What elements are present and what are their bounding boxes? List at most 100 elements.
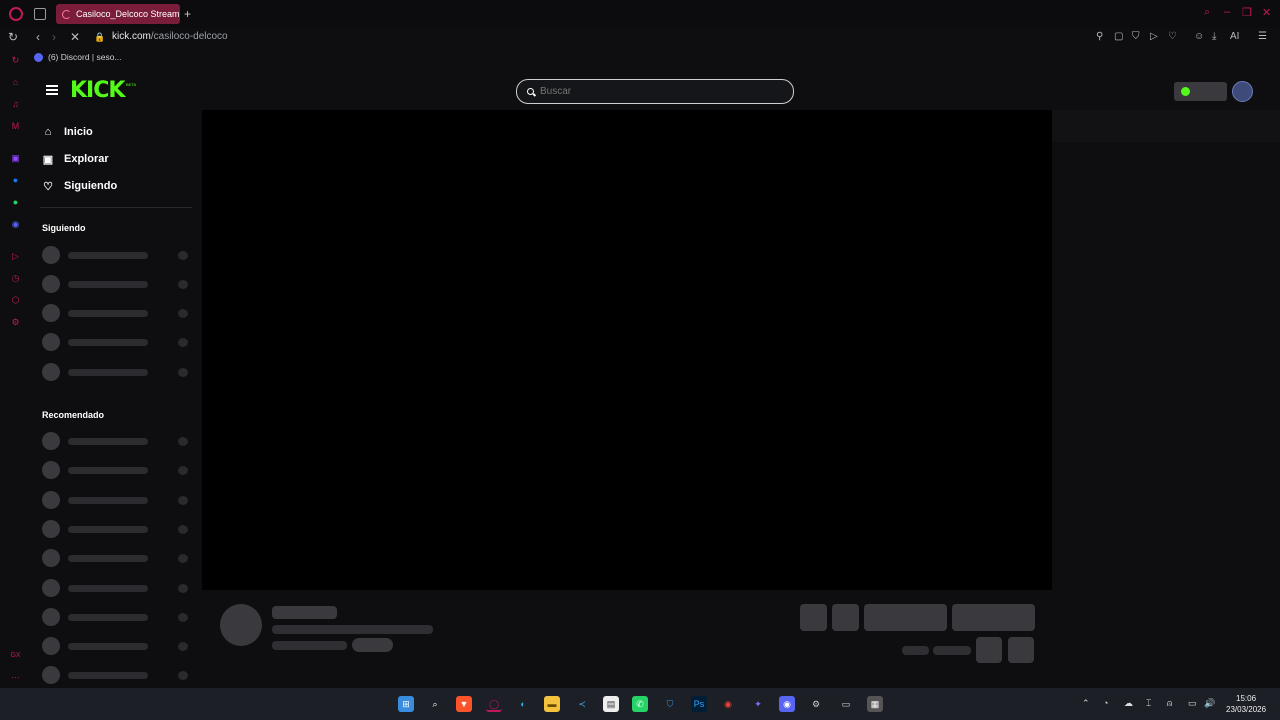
list-item[interactable]	[42, 461, 190, 479]
play-icon[interactable]: ▷	[1150, 31, 1158, 42]
clock-time: 15:06	[1236, 694, 1257, 703]
sidebar-discord-icon[interactable]: ◉	[10, 219, 21, 230]
snapshot-icon[interactable]: ▢	[1114, 31, 1123, 42]
sidebar-bag-icon[interactable]: ⌂	[10, 77, 21, 88]
tray-expand-icon[interactable]: ⌃	[1082, 698, 1090, 709]
url-path: /casiloco-delcoco	[150, 31, 228, 42]
pin-icon[interactable]: ⚲	[1096, 31, 1103, 42]
edge-icon[interactable]: ◐	[515, 696, 531, 712]
action-button-placeholder[interactable]	[832, 604, 859, 631]
share-button-placeholder[interactable]	[976, 637, 1002, 663]
sidebar-gx-mods-icon[interactable]: M	[10, 121, 21, 132]
copilot-icon[interactable]: ✦	[750, 696, 766, 712]
opera-gx-icon[interactable]: ◯	[486, 696, 502, 712]
heart-bookmark-icon[interactable]: ♡	[1168, 31, 1177, 42]
app-icon[interactable]: ▦	[867, 696, 883, 712]
reload-icon[interactable]: ↻	[8, 30, 18, 44]
tray-app-icon[interactable]: ◔	[1103, 698, 1108, 708]
nav-item-inicio[interactable]: ⌂ Inicio	[42, 122, 93, 142]
more-button-placeholder[interactable]	[1008, 637, 1034, 663]
list-item[interactable]	[42, 666, 190, 684]
taskbar-clock[interactable]: 15:06 23/03/2026	[1226, 693, 1266, 715]
whatsapp-icon[interactable]: ✆	[632, 696, 648, 712]
tray-volume-icon[interactable]: 🔊	[1204, 698, 1215, 709]
tray-mic-icon[interactable]: ⍝	[1167, 698, 1172, 709]
rewards-button[interactable]	[1174, 82, 1227, 101]
sidebar-history-icon[interactable]: ↻	[10, 55, 21, 66]
windows-start-icon[interactable]: ⊞	[398, 696, 414, 712]
maximize-button[interactable]: ❐	[1242, 6, 1252, 19]
lock-icon[interactable]: 🔒	[94, 32, 105, 43]
search-tabs-icon[interactable]: ⌕	[1204, 6, 1210, 19]
sidebar-music-icon[interactable]: ♫	[10, 99, 21, 110]
bookmark-discord[interactable]: (6) Discord | seso...	[34, 52, 122, 62]
list-item[interactable]	[42, 304, 190, 322]
tray-usb-icon[interactable]: ⌶	[1146, 698, 1151, 709]
nav-item-siguiendo[interactable]: ♡ Siguiendo	[42, 176, 117, 196]
back-button[interactable]: ‹	[36, 30, 40, 44]
user-avatar[interactable]	[1232, 81, 1253, 102]
vscode-icon[interactable]: ≺	[574, 696, 590, 712]
photoshop-icon[interactable]: Ps	[691, 696, 707, 712]
hamburger-menu-icon[interactable]	[46, 85, 58, 95]
shield-icon[interactable]: ⛉	[1132, 31, 1140, 42]
list-item[interactable]	[42, 579, 190, 597]
aria-ai-button[interactable]: AI	[1230, 31, 1239, 42]
sidebar-player-icon[interactable]: ▷	[10, 251, 21, 262]
sidebar-twitch-icon[interactable]: ▣	[10, 153, 21, 164]
list-item[interactable]	[42, 549, 190, 567]
subscribe-button-placeholder[interactable]	[952, 604, 1035, 631]
sidebar-clock-icon[interactable]: ◷	[10, 273, 21, 284]
list-item[interactable]	[42, 246, 190, 264]
video-player[interactable]	[202, 110, 1052, 590]
menu-icon[interactable]: ☰	[1258, 31, 1267, 42]
sidebar-gx-icon[interactable]: GX	[10, 650, 21, 661]
file-explorer-icon[interactable]: ▬	[544, 696, 560, 712]
sidebar-settings-icon[interactable]: ⚙	[10, 317, 21, 328]
steam-icon[interactable]: ⚙	[808, 696, 824, 712]
store-icon[interactable]: ▤	[603, 696, 619, 712]
list-item[interactable]	[42, 363, 190, 381]
stream-title-placeholder	[272, 625, 433, 634]
tab-islands-icon[interactable]	[34, 8, 46, 20]
list-item[interactable]	[42, 432, 190, 450]
address-bar: ↻ ‹ › ✕ 🔒 kick.com/casiloco-delcoco ⚲ ▢ …	[8, 28, 1280, 48]
forward-button[interactable]: ›	[52, 30, 56, 44]
discord-taskbar-icon[interactable]: ◉	[779, 696, 795, 712]
stop-loading-icon[interactable]: ✕	[70, 30, 80, 44]
sidebar-whatsapp-icon[interactable]: ●	[10, 197, 21, 208]
sidebar-extensions-icon[interactable]: ⬡	[10, 295, 21, 306]
tray-network-icon[interactable]: ▭	[1188, 698, 1197, 709]
opera-logo-icon[interactable]	[9, 7, 23, 21]
search-input[interactable]	[540, 86, 770, 97]
new-tab-button[interactable]: +	[184, 7, 191, 21]
list-item[interactable]	[42, 608, 190, 626]
list-item[interactable]	[42, 333, 190, 351]
brave-icon[interactable]: ▼	[456, 696, 472, 712]
nav-item-explorar[interactable]: ▣ Explorar	[42, 149, 109, 169]
profile-icon[interactable]: ☺	[1194, 31, 1204, 42]
kick-logo[interactable]: KICK	[70, 78, 125, 103]
list-item[interactable]	[42, 637, 190, 655]
download-icon[interactable]: ⤓	[1212, 31, 1216, 42]
tray-cloud-icon[interactable]: ☁	[1124, 698, 1133, 709]
taskbar-search-icon[interactable]: ⌕	[427, 696, 443, 712]
url-field[interactable]: kick.com/casiloco-delcoco	[112, 31, 228, 42]
list-item[interactable]	[42, 275, 190, 293]
defender-icon[interactable]: ⛉	[662, 696, 678, 712]
url-host: kick.com	[112, 31, 151, 42]
close-button[interactable]: ✕	[1262, 6, 1271, 19]
action-button-placeholder[interactable]	[800, 604, 827, 631]
list-item[interactable]	[42, 520, 190, 538]
window-app-icon[interactable]: ▭	[838, 696, 854, 712]
tab-active[interactable]: Casiloco_Delcoco Stream	[56, 4, 180, 24]
minimize-button[interactable]: –	[1224, 6, 1230, 18]
bookmark-label: (6) Discord | seso...	[48, 52, 122, 62]
follow-button-placeholder[interactable]	[864, 604, 947, 631]
chrome-icon[interactable]: ◉	[720, 696, 736, 712]
list-item[interactable]	[42, 491, 190, 509]
sidebar-messenger-icon[interactable]: ●	[10, 175, 21, 186]
search-bar[interactable]	[516, 79, 794, 104]
tab-title: Casiloco_Delcoco Stream	[76, 9, 180, 19]
sidebar-more-icon[interactable]: …	[10, 670, 21, 681]
